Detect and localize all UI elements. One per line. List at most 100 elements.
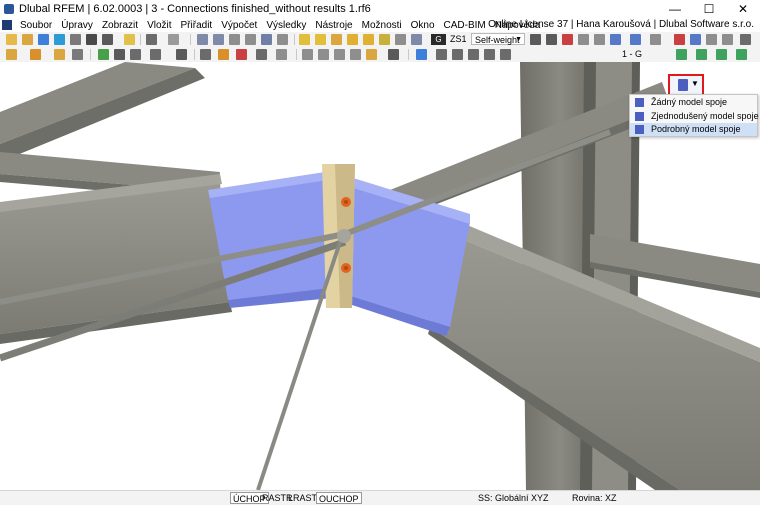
joint-settings-icon[interactable] [484, 49, 495, 60]
steel-joints-icon[interactable] [416, 49, 427, 60]
support-icon[interactable] [98, 49, 109, 60]
axis-icon[interactable] [676, 49, 687, 60]
calculate-icon[interactable] [331, 34, 342, 45]
member-icon[interactable] [54, 49, 65, 60]
toolbar-main: G ZS1 Self-weight ▼ [0, 32, 760, 47]
menu-calculate[interactable]: Výpočet [217, 20, 262, 31]
select-icon[interactable] [388, 49, 399, 60]
option-simplified-connection-model[interactable]: Zjednodušený model spoje [630, 110, 759, 123]
menu-assign[interactable]: Přiřadit [177, 20, 218, 31]
load-case-color-badge: G [431, 34, 446, 45]
window-controls: — ☐ ✕ [658, 0, 760, 18]
load-case-id: ZS1 [450, 34, 467, 44]
toolbar-separator [294, 34, 295, 45]
settings-icon[interactable] [740, 34, 751, 45]
layout-icon[interactable] [245, 34, 256, 45]
load-case-select[interactable]: Self-weight ▼ [471, 33, 525, 45]
node-icon[interactable] [6, 49, 17, 60]
design-icon[interactable] [395, 34, 406, 45]
section-properties-icon[interactable] [130, 49, 141, 60]
hinge-icon[interactable] [114, 49, 125, 60]
steel-beam-upper-left [0, 62, 205, 162]
connection-model-button[interactable]: ▼ [668, 74, 704, 96]
report-icon[interactable] [124, 34, 135, 45]
option-detailed-connection-model[interactable]: Podrobný model spoje [630, 123, 757, 136]
check-joint-icon[interactable] [436, 49, 447, 60]
toolbar-secondary: 1 - G [0, 47, 760, 62]
redo-icon[interactable] [168, 34, 179, 45]
object-snap-toggle[interactable]: OUCHOP [316, 492, 362, 504]
menu-window[interactable]: Okno [407, 20, 440, 31]
detailed-model-icon [635, 125, 644, 134]
axis-xy-icon[interactable] [736, 49, 747, 60]
comment-icon[interactable] [318, 49, 329, 60]
joint-table-icon[interactable] [452, 49, 463, 60]
webservice-icon[interactable] [54, 34, 65, 45]
navigator-icon[interactable] [197, 34, 208, 45]
check-icon[interactable] [379, 34, 390, 45]
menu-options[interactable]: Možnosti [358, 20, 407, 31]
surface-icon[interactable] [72, 49, 83, 60]
tab-label[interactable]: 1 - G [622, 48, 642, 61]
menu-file[interactable]: Soubor [16, 20, 57, 31]
wireframe-icon[interactable] [706, 34, 717, 45]
close-button[interactable]: ✕ [726, 0, 760, 18]
calculate-all-icon[interactable] [347, 34, 358, 45]
thickness-icon[interactable] [176, 49, 187, 60]
menu-cad-bim[interactable]: CAD-BIM [440, 20, 491, 31]
grid-icon[interactable] [277, 34, 288, 45]
imperfection-icon[interactable] [276, 49, 287, 60]
previous-load-case-icon[interactable] [530, 34, 541, 45]
transparent-icon[interactable] [722, 34, 733, 45]
iso-view-icon[interactable] [610, 34, 621, 45]
new-file-icon[interactable] [6, 34, 17, 45]
load-icon[interactable] [200, 49, 211, 60]
toolbar-separator [408, 49, 409, 60]
joint-report-icon[interactable] [468, 49, 479, 60]
delete-results-icon[interactable] [562, 34, 573, 45]
member-load-icon[interactable] [218, 49, 229, 60]
open-file-icon[interactable] [22, 34, 33, 45]
chevron-down-icon: ▼ [515, 36, 522, 43]
cloud-icon[interactable] [38, 34, 49, 45]
material-icon[interactable] [150, 49, 161, 60]
load-wizard-icon[interactable] [299, 34, 310, 45]
meteo-icon[interactable] [315, 34, 326, 45]
joint-view-icon[interactable] [500, 49, 511, 60]
next-load-case-icon[interactable] [546, 34, 557, 45]
line-icon[interactable] [30, 49, 41, 60]
option-no-connection-model[interactable]: Žádný model spoje [630, 96, 757, 109]
menu-insert[interactable]: Vložit [143, 20, 176, 31]
maximize-button[interactable]: ☐ [692, 0, 726, 18]
filter-icon[interactable] [578, 34, 589, 45]
visibility-icon[interactable] [366, 49, 377, 60]
minimize-button[interactable]: — [658, 0, 692, 18]
menu-tools[interactable]: Nástroje [311, 20, 357, 31]
menu-edit[interactable]: Úpravy [57, 20, 98, 31]
axis-yz-icon[interactable] [716, 49, 727, 60]
print-preview-icon[interactable] [70, 34, 81, 45]
print-icon[interactable] [102, 34, 113, 45]
undo-icon[interactable] [146, 34, 157, 45]
results-icon[interactable] [363, 34, 374, 45]
section-icon[interactable] [650, 34, 661, 45]
panel-icon[interactable] [229, 34, 240, 45]
axis-xz-icon[interactable] [696, 49, 707, 60]
tables-icon[interactable] [213, 34, 224, 45]
dimension-icon[interactable] [302, 49, 313, 60]
save-icon[interactable] [86, 34, 97, 45]
nodal-load-icon[interactable] [236, 49, 247, 60]
surface-load-icon[interactable] [256, 49, 267, 60]
guideline-icon[interactable] [334, 49, 345, 60]
no-model-icon [635, 98, 644, 107]
clipping-icon[interactable] [674, 34, 685, 45]
render-icon[interactable] [690, 34, 701, 45]
work-plane: Rovina: XZ [572, 493, 617, 503]
show-results-icon[interactable] [411, 34, 422, 45]
menu-view[interactable]: Zobrazit [98, 20, 143, 31]
data-icon[interactable] [261, 34, 272, 45]
menu-results[interactable]: Výsledky [262, 20, 311, 31]
view-icon[interactable] [594, 34, 605, 45]
snap-icon[interactable] [350, 49, 361, 60]
display-icon[interactable] [630, 34, 641, 45]
